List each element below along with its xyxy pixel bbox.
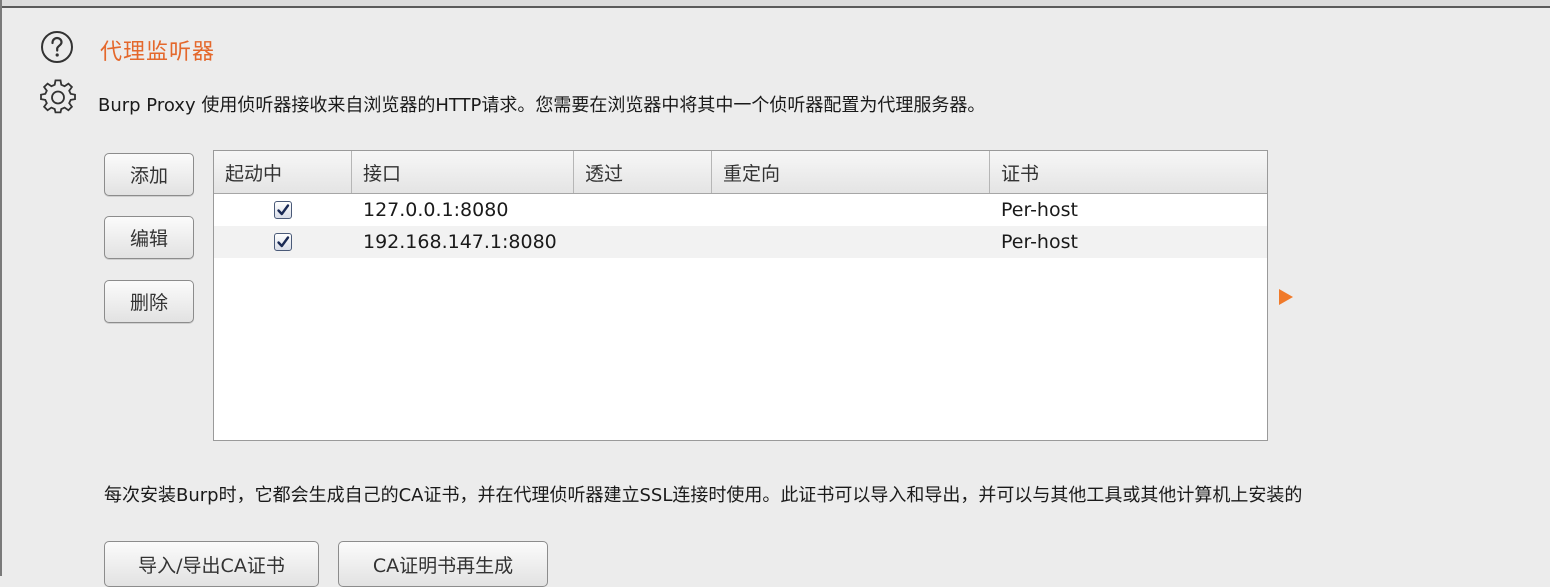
column-header-interface[interactable]: 接口	[352, 151, 574, 193]
interface-cell: 127.0.0.1:8080	[363, 199, 509, 221]
ca-description: 每次安装Burp时，它都会生成自己的CA证书，并在代理侦听器建立SSL连接时使用…	[104, 485, 1303, 506]
import-export-ca-button[interactable]: 导入/导出CA证书	[104, 541, 319, 587]
column-header-certificate[interactable]: 证书	[990, 151, 1267, 193]
table-header: 起动中 接口 透过 重定向 证书	[214, 151, 1267, 194]
listeners-table[interactable]: 起动中 接口 透过 重定向 证书 127.0.0.1:8080 Per-host…	[213, 150, 1268, 441]
edit-button[interactable]: 编辑	[104, 216, 194, 259]
gear-icon[interactable]	[40, 79, 76, 115]
certificate-cell: Per-host	[1001, 199, 1078, 221]
add-button[interactable]: 添加	[104, 153, 194, 196]
expand-arrow-icon[interactable]	[1278, 288, 1294, 306]
left-border	[0, 0, 2, 576]
checkmark-icon	[277, 204, 290, 216]
delete-button[interactable]: 删除	[104, 280, 194, 323]
column-header-redirect[interactable]: 重定向	[712, 151, 990, 193]
interface-cell: 192.168.147.1:8080	[363, 231, 557, 253]
column-header-running[interactable]: 起动中	[214, 151, 352, 193]
running-checkbox[interactable]	[274, 201, 292, 219]
checkmark-icon	[277, 236, 290, 248]
running-checkbox[interactable]	[274, 233, 292, 251]
top-border	[0, 0, 1550, 8]
table-row[interactable]: 127.0.0.1:8080 Per-host	[214, 194, 1267, 226]
column-header-invisible[interactable]: 透过	[574, 151, 712, 193]
table-row[interactable]: 192.168.147.1:8080 Per-host	[214, 226, 1267, 258]
help-circle-icon[interactable]	[40, 30, 74, 64]
regenerate-ca-button[interactable]: CA证明书再生成	[338, 541, 548, 587]
page-description: Burp Proxy 使用侦听器接收来自浏览器的HTTP请求。您需要在浏览器中将…	[98, 95, 986, 116]
page-title: 代理监听器	[100, 40, 216, 65]
certificate-cell: Per-host	[1001, 231, 1078, 253]
